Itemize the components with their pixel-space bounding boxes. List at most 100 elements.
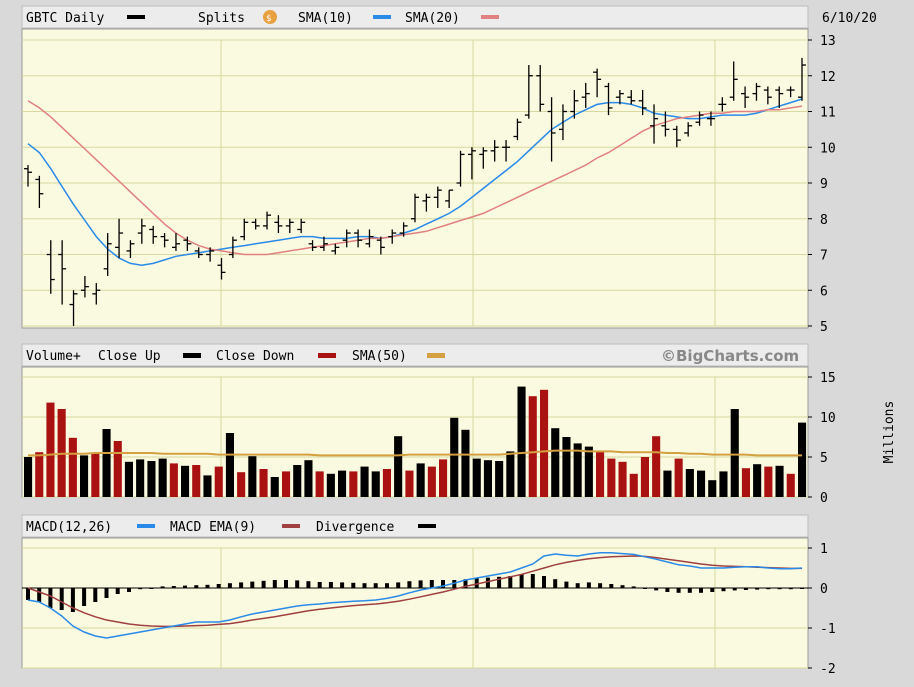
volume-bar <box>315 471 324 497</box>
price-tick-label: 7 <box>820 249 828 264</box>
volume-bar <box>741 468 750 497</box>
divergence-bar <box>676 588 681 593</box>
divergence-bar <box>59 588 64 610</box>
divergence-bar <box>575 583 580 588</box>
macd-plot-area <box>21 537 809 669</box>
sma50-label: SMA(50) <box>352 349 407 364</box>
volume-bar <box>282 471 291 497</box>
volume-bar <box>158 458 167 497</box>
divergence-bar <box>687 588 692 593</box>
divergence-bar <box>407 581 412 588</box>
volume-bar <box>607 458 616 497</box>
volume-tick-label: 0 <box>820 491 828 506</box>
divergence-bar <box>643 588 647 589</box>
sma20-label: SMA(20) <box>405 11 460 26</box>
volume-bar <box>203 475 212 497</box>
sma50-legend-swatch <box>427 353 445 358</box>
volume-bar <box>495 461 504 497</box>
divergence-bar <box>171 586 176 588</box>
price-tick-label: 8 <box>820 213 828 228</box>
volume-bar <box>640 457 649 497</box>
bigcharts-brand: ©BigCharts.com <box>661 347 799 365</box>
divergence-bar <box>93 588 98 602</box>
divergence-bar <box>373 583 378 588</box>
volume-tick-label: 10 <box>820 411 836 426</box>
volume-bar <box>169 463 178 497</box>
volume-bar <box>68 437 77 497</box>
volume-bar <box>584 446 593 497</box>
divergence-bar <box>766 588 771 590</box>
volume-unit-label: Millions <box>882 401 897 464</box>
price-plot-area <box>21 28 809 329</box>
volume-bar <box>124 461 133 497</box>
divergence-bar <box>127 588 131 592</box>
divergence-bar <box>631 586 636 588</box>
chart-date: 6/10/20 <box>822 11 877 26</box>
divergence-bar <box>362 583 367 588</box>
volume-bar <box>719 471 728 497</box>
divergence-bar <box>284 580 288 588</box>
volume-bar <box>270 477 279 497</box>
divergence-bar <box>306 581 311 588</box>
stock-chart: GBTC Daily Splits $ SMA(10) SMA(20) 6/10… <box>0 0 914 687</box>
divergence-bar <box>317 582 322 588</box>
divergence-bar <box>665 588 670 592</box>
volume-bar <box>237 472 246 497</box>
divergence-bar <box>351 582 356 588</box>
divergence-bar <box>699 588 703 593</box>
price-tick-label: 11 <box>820 106 836 121</box>
volume-bar <box>775 465 784 497</box>
divergence-bar <box>216 584 221 588</box>
volume-bar <box>753 464 762 497</box>
macd-tick-label: 0 <box>820 582 828 597</box>
volume-bar <box>102 429 111 497</box>
macd-tick-label: -2 <box>820 662 836 677</box>
price-tick-label: 13 <box>820 34 836 49</box>
divergence-label: Divergence <box>316 520 394 535</box>
divergence-bar <box>519 574 524 588</box>
divergence-bar <box>564 581 569 588</box>
price-tick-label: 5 <box>820 320 828 335</box>
divergence-bar <box>115 588 120 594</box>
volume-bar <box>349 471 358 497</box>
divergence-bar <box>82 588 87 606</box>
divergence-bar <box>149 588 154 589</box>
divergence-bar <box>732 588 737 591</box>
divergence-bar <box>26 588 30 600</box>
volume-bar <box>382 469 391 497</box>
volume-bar <box>461 429 470 497</box>
volume-bar <box>80 455 89 497</box>
close-down-label: Close Down <box>216 349 294 364</box>
volume-bar <box>697 470 706 497</box>
volume-bar <box>259 469 268 497</box>
volume-bar <box>405 470 414 497</box>
macd-ema-label: MACD EMA(9) <box>170 520 256 535</box>
price-tick-label: 9 <box>820 177 828 192</box>
volume-bar <box>225 433 234 497</box>
volume-bar <box>472 458 481 497</box>
volume-tick-label: 15 <box>820 371 836 386</box>
volume-bar <box>764 466 773 497</box>
divergence-bar <box>429 580 434 588</box>
volume-bar <box>304 460 313 497</box>
divergence-bar <box>340 582 345 588</box>
divergence-legend-swatch <box>418 524 436 528</box>
volume-bar <box>326 473 335 497</box>
divergence-bar <box>542 576 546 588</box>
volume-bar <box>450 417 459 497</box>
volume-bar <box>371 471 380 497</box>
volume-bar <box>192 465 201 497</box>
volume-bar <box>540 389 549 497</box>
volume-bar <box>629 473 638 497</box>
divergence-bar <box>227 583 232 588</box>
volume-bar <box>708 480 717 497</box>
divergence-bar <box>261 580 266 588</box>
price-tick-label: 12 <box>820 70 836 85</box>
volume-bar <box>214 466 223 497</box>
divergence-bar <box>755 588 760 590</box>
macd-label: MACD(12,26) <box>26 520 112 535</box>
volume-tick-label: 5 <box>820 451 828 466</box>
volume-bar <box>293 465 302 497</box>
divergence-bar <box>183 585 187 588</box>
volume-bar <box>506 451 515 497</box>
